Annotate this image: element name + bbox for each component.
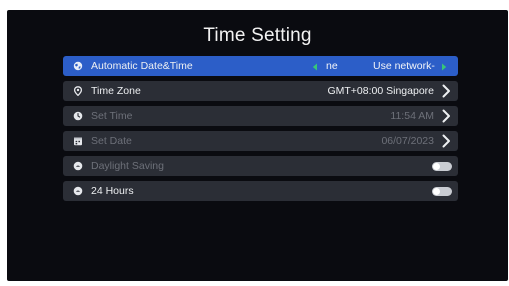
option-value-previous: ne <box>326 60 338 72</box>
setting-row-24-hours[interactable]: 24 Hours <box>63 181 458 201</box>
24-hours-toggle[interactable] <box>432 187 452 196</box>
toggle-knob <box>433 188 440 195</box>
daylight-saving-toggle[interactable] <box>432 162 452 171</box>
setting-label: Set Time <box>91 110 133 122</box>
tv-settings-screen: Time Setting Automatic Date&Time ne Use … <box>7 10 508 281</box>
chevron-right-icon <box>440 84 452 98</box>
setting-row-set-time[interactable]: Set Time 11:54 AM <box>63 106 458 126</box>
setting-row-automatic-date-time[interactable]: Automatic Date&Time ne Use network- <box>63 56 458 76</box>
setting-row-time-zone[interactable]: Time Zone GMT+08:00 Singapore <box>63 81 458 101</box>
settings-list: Automatic Date&Time ne Use network- Time… <box>63 56 458 206</box>
option-left-arrow-icon[interactable] <box>312 62 318 71</box>
setting-value: 11:54 AM <box>390 110 434 122</box>
setting-label: Daylight Saving <box>91 160 164 172</box>
toggle-knob <box>433 163 440 170</box>
location-pin-icon <box>73 86 83 96</box>
chevron-right-icon <box>440 109 452 123</box>
sun-clock-icon <box>73 161 83 171</box>
setting-value: GMT+08:00 Singapore <box>327 85 434 97</box>
calendar-icon <box>73 136 83 146</box>
option-value-current: Use network- <box>373 60 435 72</box>
globe-icon <box>73 61 83 71</box>
clock-24-icon <box>73 186 83 196</box>
setting-row-set-date[interactable]: Set Date 06/07/2023 <box>63 131 458 151</box>
chevron-right-icon <box>440 134 452 148</box>
page-title: Time Setting <box>203 25 312 46</box>
option-right-arrow-icon[interactable] <box>441 62 447 71</box>
clock-icon <box>73 111 83 121</box>
setting-label: Automatic Date&Time <box>91 60 193 72</box>
setting-row-daylight-saving[interactable]: Daylight Saving <box>63 156 458 176</box>
setting-label: Time Zone <box>91 85 141 97</box>
setting-label: 24 Hours <box>91 185 134 197</box>
setting-value: 06/07/2023 <box>381 135 434 147</box>
setting-label: Set Date <box>91 135 132 147</box>
